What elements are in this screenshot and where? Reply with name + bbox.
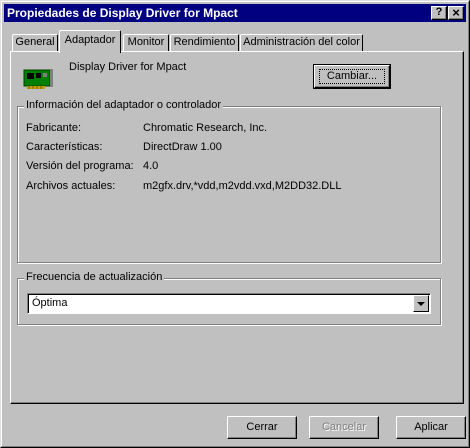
tab-adaptador[interactable]: Adaptador [59, 30, 121, 53]
close-button[interactable]: × [448, 6, 464, 20]
close-dialog-button[interactable]: Cerrar [227, 416, 297, 439]
tab-rendimiento[interactable]: Rendimiento [170, 34, 239, 52]
cancel-label: Cancelar [321, 421, 367, 433]
manufacturer-value: Chromatic Research, Inc. [143, 122, 268, 134]
version-value: 4.0 [143, 160, 159, 172]
help-button[interactable]: ? [431, 6, 447, 20]
apply-button[interactable]: Aplicar [396, 416, 466, 439]
title-bar[interactable]: Propiedades de Display Driver for Mpact … [4, 4, 466, 22]
chevron-down-icon[interactable] [413, 295, 429, 312]
close-dialog-label: Cerrar [246, 421, 278, 433]
cancel-button[interactable]: Cancelar [309, 416, 379, 439]
adapter-name: Display Driver for Mpact [69, 61, 187, 73]
change-driver-button[interactable]: Cambiar... [313, 64, 391, 89]
current-files-value: m2gfx.drv,*vdd,m2vdd.vxd,M2DD32.DLL [143, 180, 342, 192]
display-adapter-card-icon [23, 69, 53, 89]
window-title: Propiedades de Display Driver for Mpact [7, 6, 238, 20]
version-label: Versión del programa: [26, 160, 134, 172]
change-button-label: Cambiar... [326, 70, 378, 82]
properties-dialog: Propiedades de Display Driver for Mpact … [0, 0, 470, 448]
tab-monitor[interactable]: Monitor [123, 34, 169, 52]
tab-label: General [15, 36, 55, 48]
refresh-rate-group-title: Frecuencia de actualización [24, 271, 165, 283]
adapter-info-group-title: Información del adaptador o controlador [24, 99, 224, 111]
refresh-rate-selected-value: Óptima [32, 297, 68, 309]
current-files-label: Archivos actuales: [26, 180, 116, 192]
tab-administracion-color[interactable]: Administración del color [240, 34, 363, 52]
tab-general[interactable]: General [12, 34, 58, 52]
apply-label: Aplicar [414, 421, 448, 433]
features-label: Características: [26, 141, 103, 153]
features-value: DirectDraw 1.00 [143, 141, 222, 153]
help-icon: ? [435, 6, 443, 18]
tab-label: Rendimiento [173, 36, 236, 48]
tab-label: Adaptador [64, 34, 116, 46]
refresh-rate-select[interactable]: Óptima [27, 293, 431, 314]
manufacturer-label: Fabricante: [26, 122, 82, 134]
tab-label: Administración del color [243, 36, 360, 48]
tab-label: Monitor [127, 36, 165, 48]
close-icon: × [452, 5, 460, 20]
